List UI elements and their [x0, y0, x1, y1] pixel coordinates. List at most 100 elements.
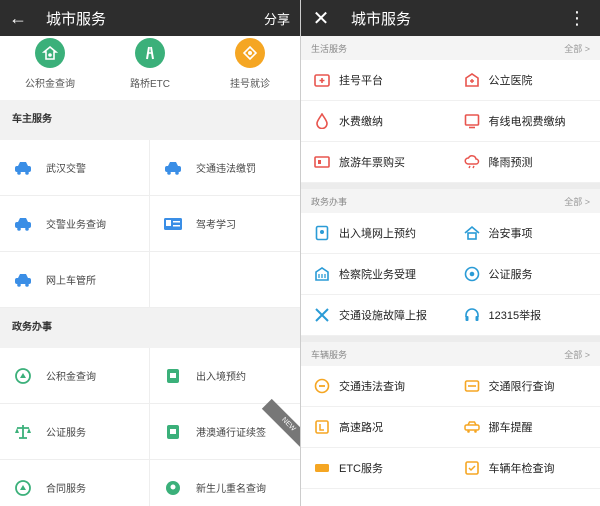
- service-label: 公积金查询: [46, 372, 96, 383]
- service-item[interactable]: 检察院业务受理: [301, 254, 451, 294]
- service-item[interactable]: 水费缴纳: [301, 101, 451, 141]
- service-item[interactable]: 交通违法查询: [301, 366, 451, 406]
- id-card-icon: [162, 216, 184, 232]
- service-label: 网上车管所: [46, 276, 96, 287]
- section-title: 生活服务: [311, 43, 348, 54]
- refresh-house-icon: [12, 367, 34, 384]
- service-item[interactable]: 高速路况: [301, 407, 451, 447]
- section-title: 车辆服务: [311, 349, 348, 360]
- service-item[interactable]: 网上车管所: [0, 252, 150, 308]
- service-item[interactable]: 交通设施故障上报: [301, 295, 451, 335]
- service-item[interactable]: 公积金查询: [0, 348, 150, 404]
- left-screen: ← 城市服务 分享 公积金查询 路桥ETC 挂号就诊 车主服务 武汉交警 交通违…: [0, 0, 300, 506]
- service-label: 挪车提醒: [488, 422, 533, 434]
- service-row: 交通设施故障上报 12315举报: [301, 295, 600, 336]
- service-label: 旅游年票购买: [339, 157, 405, 169]
- rain-cloud-icon: [463, 153, 481, 171]
- more-vert-icon[interactable]: ⋮: [568, 8, 586, 29]
- service-row: 出入境网上预约 治安事项: [301, 213, 600, 254]
- service-item[interactable]: 降雨预测: [451, 142, 600, 182]
- service-item[interactable]: 出入境网上预约: [301, 213, 451, 253]
- service-label: 武汉交警: [46, 164, 86, 175]
- close-icon[interactable]: ✕: [301, 6, 341, 31]
- service-row: 检察院业务受理 公证服务: [301, 254, 600, 295]
- share-button[interactable]: 分享: [264, 9, 290, 28]
- service-item[interactable]: 武汉交警: [0, 140, 150, 196]
- baby-icon: [162, 480, 184, 496]
- service-item[interactable]: 公证服务: [0, 404, 150, 460]
- scales-icon: [12, 424, 34, 440]
- service-label: 交警业务查询: [46, 220, 106, 231]
- quick-item-label: 挂号就诊: [230, 79, 270, 90]
- car-icon: [12, 160, 34, 176]
- hospital-icon: [463, 71, 481, 89]
- headset-icon: [463, 306, 481, 324]
- quick-item-registration[interactable]: 挂号就诊: [205, 38, 295, 90]
- service-label: 公立医院: [488, 75, 533, 87]
- service-item[interactable]: 挂号平台: [301, 60, 451, 100]
- section-header-government: 政务办事 全部 >: [301, 189, 600, 213]
- service-label: 出入境预约: [196, 372, 246, 383]
- service-item[interactable]: 公证服务: [451, 254, 600, 294]
- section-header-life: 生活服务 全部 >: [301, 36, 600, 60]
- highway-icon: [135, 38, 165, 68]
- passport-icon: [162, 368, 184, 384]
- service-label: 降雨预测: [488, 157, 533, 169]
- service-label: 交通设施故障上报: [339, 310, 427, 322]
- service-label: 水费缴纳: [339, 116, 383, 128]
- service-label: 车辆年检查询: [488, 463, 555, 475]
- service-item[interactable]: 12315举报: [451, 295, 600, 335]
- ticket-icon: [313, 153, 331, 171]
- service-item[interactable]: 公立医院: [451, 60, 600, 100]
- view-all-link[interactable]: 全部 >: [564, 348, 590, 361]
- car-icon: [12, 272, 34, 288]
- service-item[interactable]: 交通限行查询: [451, 366, 600, 406]
- empty-cell: [150, 252, 300, 308]
- traffic-sign-icon: [313, 377, 331, 395]
- section-title-government: 政务办事: [0, 308, 300, 348]
- service-item[interactable]: 交通违法缴罚: [150, 140, 300, 196]
- water-drop-icon: [313, 112, 331, 130]
- service-item[interactable]: 交警业务查询: [0, 196, 150, 252]
- quick-item-etc[interactable]: 路桥ETC: [105, 38, 195, 90]
- service-item[interactable]: 合同服务: [0, 460, 150, 506]
- right-screen: ✕ 城市服务 ⋮ 生活服务 全部 > 挂号平台 公立医院 水费缴纳 有线电视费缴…: [300, 0, 600, 506]
- view-all-link[interactable]: 全部 >: [564, 195, 590, 208]
- section-title-car-owner: 车主服务: [0, 100, 300, 140]
- car-owner-grid: 武汉交警 交通违法缴罚 交警业务查询 驾考学习 网上车管所: [0, 140, 300, 308]
- car-icon: [463, 418, 481, 436]
- passport-icon: [162, 424, 184, 440]
- service-label: 公证服务: [488, 269, 533, 281]
- service-row: ETC服务 车辆年检查询: [301, 448, 600, 489]
- car-icon: [12, 216, 34, 232]
- service-item[interactable]: 新生儿重名查询: [150, 460, 300, 506]
- section-header-vehicle: 车辆服务 全部 >: [301, 342, 600, 366]
- back-arrow-icon[interactable]: ←: [0, 8, 36, 29]
- limit-sign-icon: [463, 377, 481, 395]
- service-item[interactable]: ETC服务: [301, 448, 451, 488]
- quick-item-label: 公积金查询: [25, 79, 75, 90]
- quick-item-label: 路桥ETC: [130, 79, 170, 90]
- target-icon: [463, 265, 481, 283]
- service-item[interactable]: 驾考学习: [150, 196, 300, 252]
- service-item[interactable]: 治安事项: [451, 213, 600, 253]
- service-label: 检察院业务受理: [339, 269, 416, 281]
- government-grid: 公积金查询 出入境预约 公证服务 港澳通行证续签 合同服务 新生儿重名查询: [0, 348, 300, 506]
- tv-icon: [463, 112, 481, 130]
- quick-item-housing-fund[interactable]: 公积金查询: [5, 38, 95, 90]
- building-icon: [313, 265, 331, 283]
- service-item[interactable]: 出入境预约: [150, 348, 300, 404]
- page-title: 城市服务: [46, 10, 107, 28]
- service-label: 合同服务: [46, 484, 86, 495]
- service-item[interactable]: 挪车提醒: [451, 407, 600, 447]
- house-icon: [35, 38, 65, 68]
- service-label: 交通违法缴罚: [196, 164, 256, 175]
- service-item[interactable]: 旅游年票购买: [301, 142, 451, 182]
- service-item[interactable]: 车辆年检查询: [451, 448, 600, 488]
- service-label: 驾考学习: [196, 220, 236, 231]
- view-all-link[interactable]: 全部 >: [564, 42, 590, 55]
- service-label: 公证服务: [46, 428, 86, 439]
- service-item[interactable]: 有线电视费缴纳: [451, 101, 600, 141]
- service-label: 交通限行查询: [488, 381, 555, 393]
- refresh-house-icon: [12, 479, 34, 496]
